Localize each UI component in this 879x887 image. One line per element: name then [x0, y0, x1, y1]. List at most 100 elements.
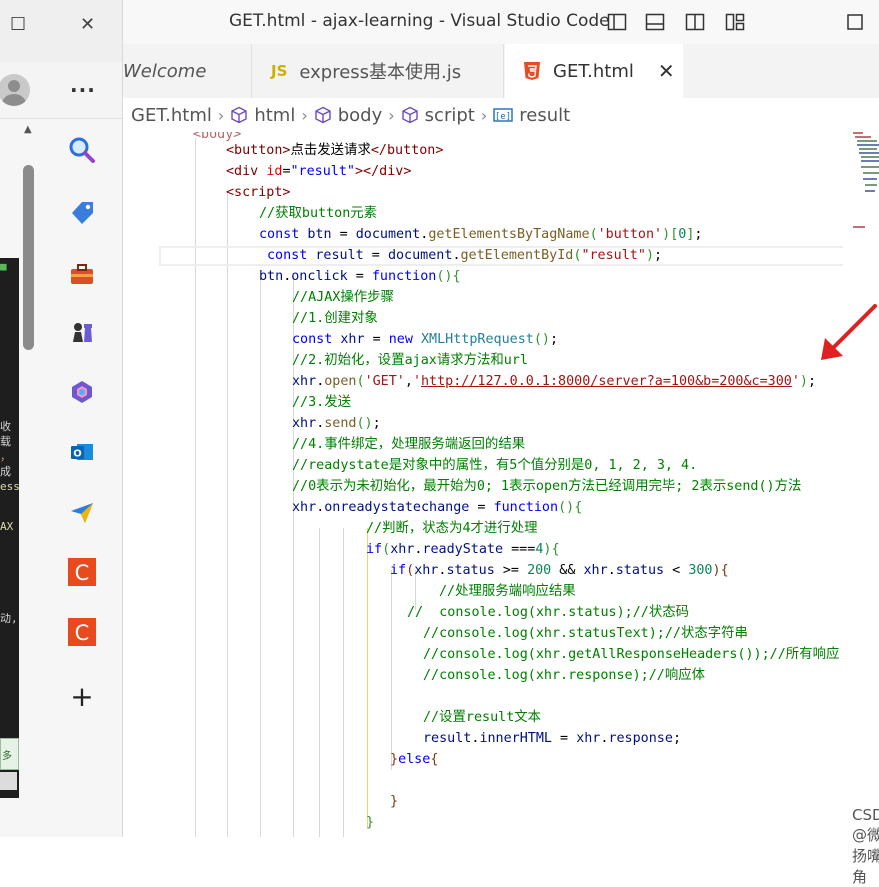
js-file-icon: JS [271, 62, 288, 80]
svg-text:[e]: [e] [495, 112, 511, 122]
tab-label: Welcome [123, 60, 207, 82]
tab-label: express基本使用.js [299, 62, 462, 83]
more-options-button[interactable]: ··· [70, 78, 96, 102]
chevron-right-icon: › [388, 105, 395, 125]
code-line: //处理服务端响应结果 [439, 584, 576, 599]
chess-icon[interactable] [62, 312, 102, 352]
svg-text:O: O [73, 449, 82, 460]
code-line: <div id="result"></div> [226, 164, 412, 179]
toggle-panel-icon[interactable] [645, 12, 665, 32]
c-app-icon-1[interactable]: C [62, 552, 102, 592]
add-icon[interactable]: + [62, 676, 102, 716]
code-line: } [366, 815, 375, 830]
code-line: btn.onclick = function(){ [259, 269, 461, 284]
indent-guide [391, 570, 392, 770]
fragment-text: AX [0, 520, 14, 533]
breadcrumb: GET.html › html › body › script › [e] re… [123, 98, 879, 132]
code-line: //AJAX操作步骤 [292, 290, 394, 305]
restore-button[interactable]: ☐ [10, 14, 26, 35]
html5-file-icon [524, 62, 540, 80]
code-line: //1.创建对象 [292, 311, 378, 326]
close-tab-icon[interactable]: ✕ [658, 59, 675, 83]
tab-express-js[interactable]: JS express基本使用.js [253, 44, 504, 98]
code-line: xhr.onreadystatechange = function(){ [292, 500, 583, 515]
watermark: CSDN @微扬嘴角 [852, 806, 879, 886]
fragment-button[interactable]: 多 [0, 738, 19, 770]
code-line: xhr.send(); [292, 416, 381, 431]
indent-guide-active [367, 528, 368, 828]
code-line: //2.初始化，设置ajax请求方法和url [292, 353, 528, 368]
code-line: // console.log(xhr.status);//状态码 [407, 605, 690, 620]
toggle-secondary-sidebar-icon[interactable] [685, 12, 705, 32]
code-line: <button>点击发送请求</button> [226, 143, 444, 158]
indent-guide [319, 528, 320, 837]
maximize-icon[interactable] [845, 12, 865, 32]
window-title: GET.html - ajax-learning - Visual Studio… [229, 11, 610, 31]
left-browser-window: ☐ ✕ ··· ▲ ■ 收 载 ， 成 ess AX 动, 多 O C C + [0, 0, 122, 837]
code-line: //3.发送 [292, 395, 352, 410]
editor-tabs: Welcome JS express基本使用.js GET.html ✕ [123, 44, 879, 126]
code-line: <script> [226, 185, 291, 200]
breadcrumb-item[interactable]: script [425, 105, 475, 126]
code-line: //设置result文本 [423, 710, 542, 725]
copilot-icon[interactable] [62, 372, 102, 412]
code-line: } [390, 794, 399, 809]
vscode-titlebar: GET.html - ajax-learning - Visual Studio… [123, 0, 879, 44]
indent-guide [227, 192, 228, 837]
fragment-text: 成 [0, 465, 11, 478]
fragment-text: 动, [0, 612, 18, 625]
fragment-text: ， [0, 450, 11, 463]
background-editor-fragment: ■ 收 载 ， 成 ess AX 动, [0, 258, 19, 798]
tab-label: GET.html [553, 60, 634, 82]
code-line: //判断，状态为4才进行处理 [366, 521, 538, 536]
chevron-right-icon: › [301, 105, 308, 125]
toolbox-icon[interactable] [62, 254, 102, 294]
customize-layout-icon[interactable] [725, 12, 745, 32]
tab-get-html[interactable]: GET.html ✕ [505, 44, 683, 98]
fragment-text: ess [0, 480, 19, 493]
avatar[interactable] [0, 74, 30, 106]
variable-icon: [e] [493, 108, 513, 122]
code-line: //console.log(xhr.response);//响应体 [423, 668, 706, 683]
outlook-icon[interactable]: O [62, 432, 102, 472]
code-line: if(xhr.readyState ===4){ [366, 542, 560, 557]
chevron-right-icon: › [480, 105, 488, 125]
breadcrumb-item[interactable]: body [338, 105, 383, 126]
code-line: result.innerHTML = xhr.response; [423, 731, 681, 746]
fragment-audio-icon[interactable] [0, 772, 17, 790]
toggle-primary-sidebar-icon[interactable] [607, 12, 627, 32]
chevron-right-icon: › [217, 105, 225, 125]
code-line: //console.log(xhr.statusText);//状态字符串 [423, 626, 748, 641]
tag-icon[interactable] [62, 192, 102, 232]
indent-guide [343, 528, 344, 837]
code-line: const btn = document.getElementsByTagNam… [259, 227, 703, 242]
vscode-window: GET.html - ajax-learning - Visual Studio… [122, 0, 879, 886]
scrollbar-thumb[interactable] [23, 165, 34, 350]
breadcrumb-item[interactable]: html [254, 105, 295, 126]
c-app-icon-2[interactable]: C [62, 612, 102, 652]
code-line: const xhr = new XMLHttpRequest(); [292, 332, 559, 347]
scroll-up-arrow-icon[interactable]: ▲ [24, 124, 32, 135]
cube-icon [231, 106, 248, 124]
fragment-text: 载 [0, 435, 11, 448]
profile-row: ··· [0, 62, 122, 119]
indent-guide [260, 276, 261, 837]
minimap[interactable] [843, 132, 879, 837]
code-editor[interactable]: <body> <button>点击发送请求</button> <div id="… [123, 132, 843, 837]
code-line: //获取button元素 [259, 206, 378, 221]
code-line: const result = document.getElementById("… [267, 248, 663, 263]
cube-icon [315, 106, 331, 124]
send-icon[interactable] [62, 492, 102, 532]
code-line: }else{ [390, 752, 439, 767]
close-button[interactable]: ✕ [80, 14, 95, 35]
left-titlebar: ☐ ✕ [0, 0, 122, 62]
url-link[interactable]: http://127.0.0.1:8000/server?a=100&b=200… [421, 374, 792, 389]
code-line: //0表示为未初始化，最开始为0; 1表示open方法已经调用完毕; 2表示se… [292, 479, 802, 494]
code-line: if(xhr.status >= 200 && xhr.status < 300… [390, 563, 729, 578]
tab-welcome[interactable]: Welcome [123, 44, 252, 98]
svg-text:C: C [75, 621, 90, 645]
code-line: //console.log(xhr.getAllResponseHeaders(… [423, 647, 840, 662]
breadcrumb-item[interactable]: GET.html [131, 105, 212, 126]
breadcrumb-item[interactable]: result [519, 105, 570, 126]
search-icon[interactable] [62, 130, 102, 170]
